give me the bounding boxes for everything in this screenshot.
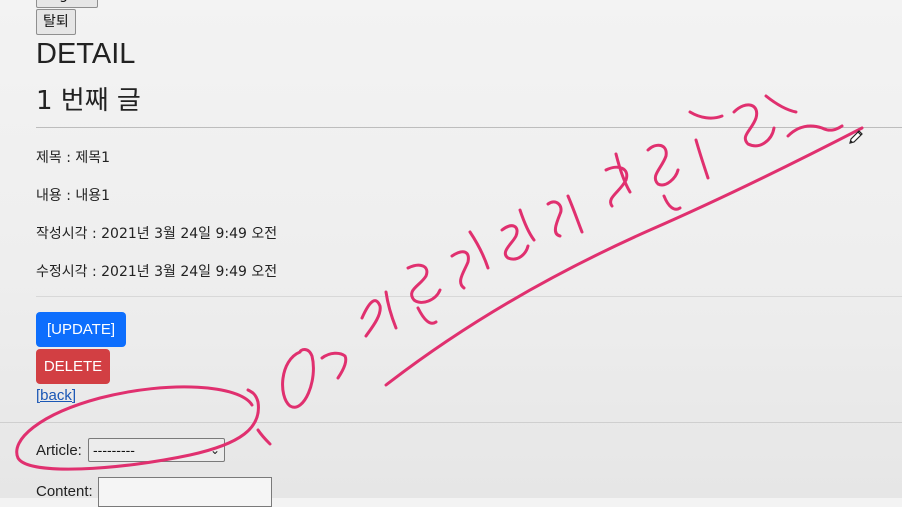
annotation-glyph-5	[546, 194, 584, 238]
divider-bottom	[0, 422, 902, 423]
annotation-underline	[384, 126, 864, 387]
chevron-down-icon: ⌄	[209, 443, 220, 457]
article-select[interactable]: --------- ⌄	[88, 438, 225, 462]
back-link[interactable]: [back]	[36, 387, 76, 404]
pen-annotation	[15, 94, 864, 471]
annotation-loop	[281, 348, 315, 409]
annotation-dash	[320, 351, 348, 380]
post-content-field: 내용 : 내용1	[36, 188, 111, 204]
post-title-field: 제목 : 제목1	[36, 150, 111, 166]
update-button[interactable]: [UPDATE]	[36, 312, 126, 347]
post-heading: 1 번째 글	[36, 86, 141, 116]
content-label: Content:	[36, 483, 93, 500]
annotation-glyph-7	[646, 143, 682, 211]
post-updated-field: 수정시각 : 2021년 3월 24일 9:49 오전	[36, 264, 278, 280]
annotation-glyph-2	[406, 263, 442, 325]
annotation-glyph-9	[732, 94, 798, 148]
divider-middle	[36, 296, 902, 297]
annotation-arrow-head	[256, 428, 272, 446]
article-label: Article:	[36, 442, 82, 459]
annotation-glyph-4	[500, 208, 536, 261]
annotation-glyph-6	[604, 152, 632, 208]
logout-button[interactable]: Logout	[36, 0, 98, 8]
pen-cursor-icon	[849, 130, 863, 144]
page-title: DETAIL	[36, 38, 136, 70]
annotation-glyph-1	[360, 290, 398, 338]
withdraw-button[interactable]: 탈퇴	[36, 9, 76, 35]
content-input[interactable]	[98, 477, 272, 507]
annotation-glyph-3	[450, 230, 490, 290]
post-created-field: 작성시각 : 2021년 3월 24일 9:49 오전	[36, 226, 278, 242]
annotation-glyph-8	[688, 110, 724, 180]
delete-button[interactable]: DELETE	[36, 349, 110, 384]
article-select-value: ---------	[93, 442, 135, 458]
divider-top	[36, 127, 902, 128]
